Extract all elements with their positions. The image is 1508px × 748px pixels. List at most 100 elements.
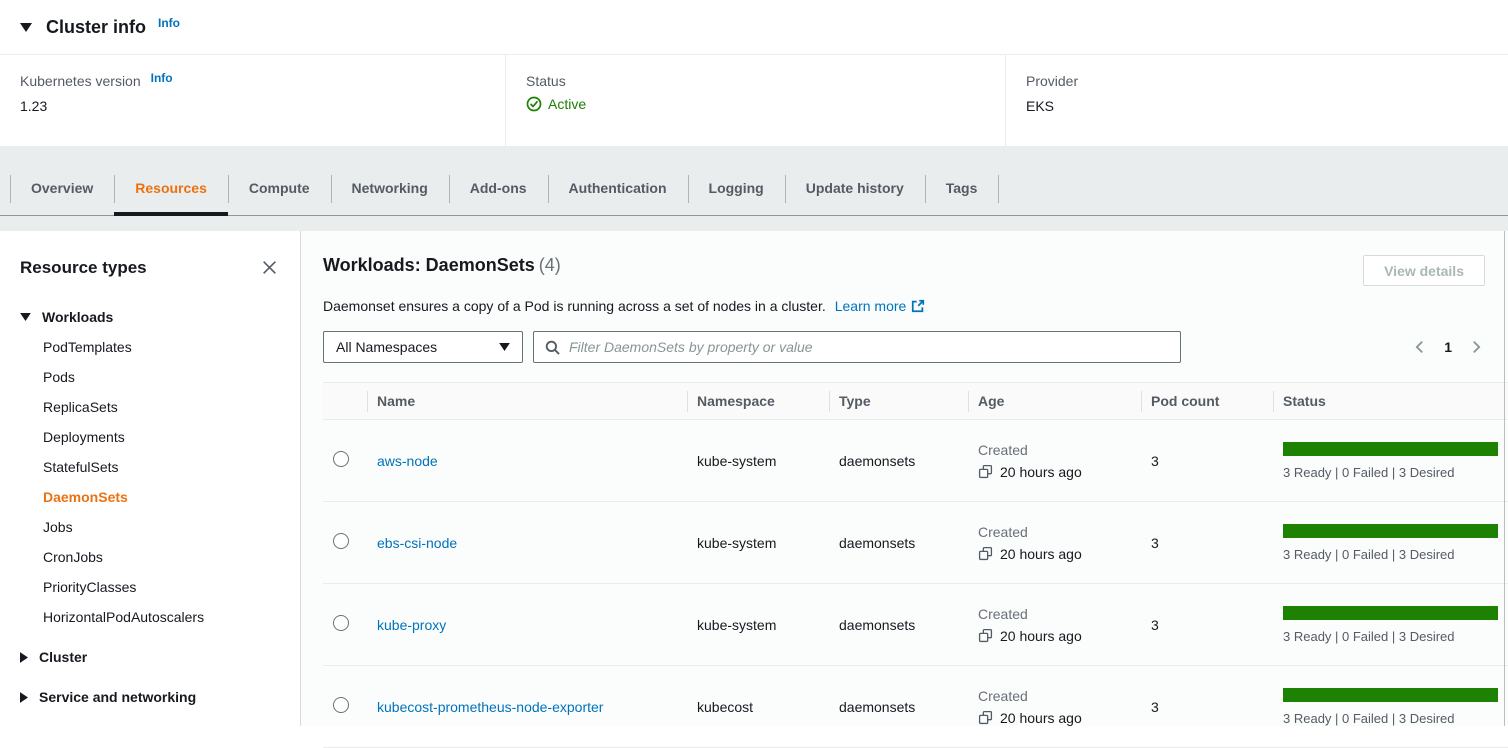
copy-icon[interactable] [978,628,993,643]
type-cell: daemonsets [829,584,968,666]
row-radio[interactable] [333,533,349,549]
tree-group-toggle-cluster[interactable]: Cluster [20,642,280,672]
tree-group-toggle-service-and-networking[interactable]: Service and networking [20,682,280,712]
table-row: ebs-csi-node kube-systemdaemonsets Created… [323,502,1508,584]
sidebar-item-jobs[interactable]: Jobs [43,512,280,542]
next-page-icon[interactable] [1467,338,1485,356]
status-bar [1283,688,1498,702]
content-region: Resource types WorkloadsPodTemplatesPods… [0,231,1508,726]
type-cell: daemonsets [829,666,968,748]
tree-group-service-and-networking: Service and networking [20,682,280,712]
type-cell: daemonsets [829,420,968,502]
tab-add-ons[interactable]: Add-ons [449,162,548,215]
view-details-button[interactable]: View details [1363,255,1485,286]
close-icon[interactable] [259,257,280,278]
sidebar-item-podtemplates[interactable]: PodTemplates [43,332,280,362]
tab-overview[interactable]: Overview [10,162,114,215]
cluster-info-header: Cluster info Info [0,0,1508,55]
column-header-status: Status [1273,383,1508,420]
learn-more-label: Learn more [835,298,907,314]
tab-label: Update history [806,180,904,196]
age-value: 20 hours ago [1000,464,1082,480]
daemonset-name-link[interactable]: aws-node [377,453,438,469]
tree-group-toggle-workloads[interactable]: Workloads [20,302,280,332]
resource-types-sidebar: Resource types WorkloadsPodTemplatesPods… [0,231,301,726]
previous-page-icon[interactable] [1411,338,1429,356]
column-header-namespace: Namespace [687,383,829,420]
age-created-label: Created [978,688,1131,704]
copy-icon[interactable] [978,464,993,479]
column-header-name: Name [367,383,687,420]
status-badge: Active [548,96,586,112]
pod-count-cell: 3 [1141,420,1273,502]
sidebar-item-priorityclasses[interactable]: PriorityClasses [43,572,280,602]
tab-label: Authentication [569,180,667,196]
tab-band: Overview Resources ComputeNetworkingAdd-on… [0,146,1508,231]
table-row: aws-nodekube-systemdaemonsetsCreated20 h… [323,420,1508,502]
status-text: 3 Ready | 0 Failed | 3 Desired [1283,547,1498,562]
chevron-down-icon [499,343,510,351]
sidebar-item-horizontalpodautoscalers[interactable]: HorizontalPodAutoscalers [43,602,280,632]
row-radio[interactable] [333,697,349,713]
provider-label: Provider [1026,73,1078,89]
status-active-icon [526,96,542,112]
row-radio[interactable] [333,451,349,467]
daemonsets-table: NameNamespaceTypeAgePod countStatus aws-… [323,382,1508,748]
status-label: Status [526,73,566,89]
tab-resources[interactable]: Resources [114,162,228,215]
tab-label: Resources [135,180,207,196]
tab-networking[interactable]: Networking [331,162,449,215]
collapse-caret-icon[interactable] [20,23,32,32]
column-header-age: Age [968,383,1141,420]
age-created-label: Created [978,524,1131,540]
cluster-info-info-link[interactable]: Info [158,16,180,30]
scrollbar[interactable] [1504,231,1505,726]
tab-label: Tags [946,180,978,196]
current-page-number[interactable]: 1 [1444,339,1452,355]
tab-divider [998,175,999,203]
panel-title: Workloads: DaemonSets(4) [323,255,561,276]
daemonset-name-link[interactable]: kubecost-prometheus-node-exporter [377,699,603,715]
namespace-cell: kubecost [687,666,829,748]
caret-right-icon [20,652,28,663]
daemonsets-panel: Workloads: DaemonSets(4) View details Da… [301,231,1508,726]
resource-tree: WorkloadsPodTemplatesPodsReplicaSetsDepl… [20,302,280,712]
tab-compute[interactable]: Compute [228,162,331,215]
kubernetes-version-info-link[interactable]: Info [151,71,173,85]
namespace-filter-select[interactable]: All Namespaces [323,331,523,363]
age-created-label: Created [978,442,1131,458]
sidebar-item-statefulsets[interactable]: StatefulSets [43,452,280,482]
daemonset-name-link[interactable]: kube-proxy [377,617,446,633]
daemonsets-filter-input[interactable]: Filter DaemonSets by property or value [533,331,1181,363]
learn-more-link[interactable]: Learn more [835,298,926,314]
tab-update-history[interactable]: Update history [785,162,925,215]
namespace-filter-value: All Namespaces [336,339,437,355]
column-header-pod-count: Pod count [1141,383,1273,420]
column-header-selection [323,383,367,420]
type-cell: daemonsets [829,502,968,584]
sidebar-title: Resource types [20,258,147,278]
sidebar-item-replicasets[interactable]: ReplicaSets [43,392,280,422]
external-link-icon [911,299,925,313]
tab-authentication[interactable]: Authentication [548,162,688,215]
table-row: kube-proxykube-systemdaemonsetsCreated20… [323,584,1508,666]
tab-logging[interactable]: Logging [688,162,785,215]
namespace-cell: kube-system [687,502,829,584]
page-title: Cluster info [46,17,146,38]
sidebar-item-daemonsets[interactable]: DaemonSets [43,482,280,512]
pod-count-cell: 3 [1141,584,1273,666]
copy-icon[interactable] [978,710,993,725]
daemonset-name-link[interactable]: ebs-csi-node [377,535,457,551]
status-bar [1283,606,1498,620]
copy-icon[interactable] [978,546,993,561]
sidebar-item-deployments[interactable]: Deployments [43,422,280,452]
provider-field: Provider EKS [1005,55,1508,146]
tree-items: PodTemplatesPodsReplicaSetsDeploymentsSt… [20,332,280,632]
sidebar-item-pods[interactable]: Pods [43,362,280,392]
sidebar-item-cronjobs[interactable]: CronJobs [43,542,280,572]
table-header-row: NameNamespaceTypeAgePod countStatus [323,383,1508,420]
status-bar [1283,442,1498,456]
tab-tags[interactable]: Tags [925,162,999,215]
caret-right-icon [20,692,28,703]
row-radio[interactable] [333,615,349,631]
